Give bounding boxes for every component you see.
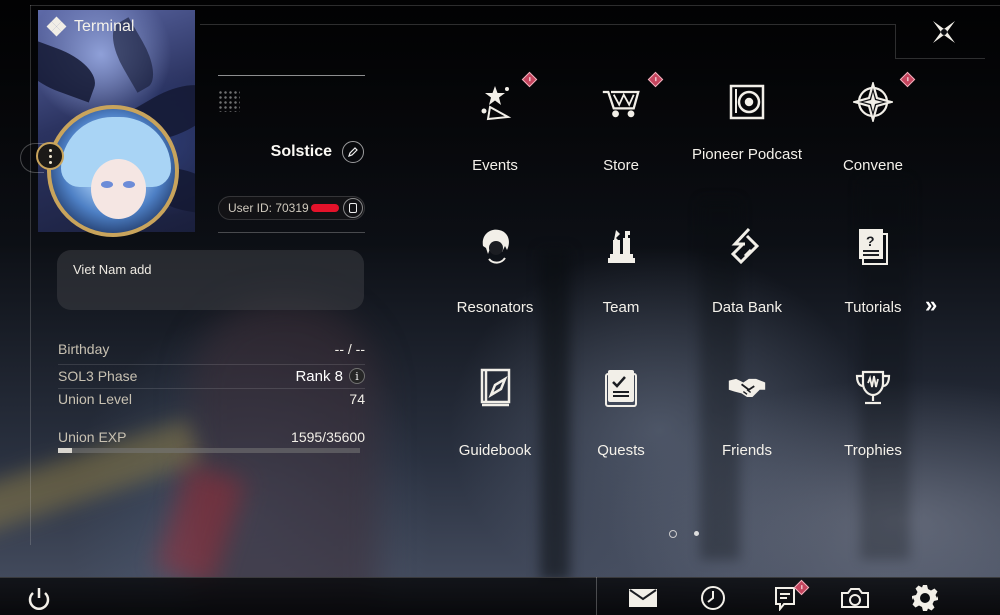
union-exp-row: Union EXP 1595/35600	[58, 427, 365, 447]
notification-badge	[521, 71, 538, 88]
page-indicator[interactable]	[694, 531, 699, 536]
union-level-row: Union Level 74	[58, 389, 365, 409]
copy-icon	[349, 203, 357, 213]
guidebook-icon	[475, 367, 515, 407]
birthday-value: -- / --	[334, 341, 365, 357]
terminal-logo-icon	[46, 16, 67, 37]
menu-item-friends[interactable]: Friends	[684, 355, 810, 495]
info-button[interactable]: i	[349, 368, 365, 384]
notice-icon	[775, 587, 795, 611]
settings-icon	[912, 585, 938, 611]
mail-button[interactable]	[628, 584, 658, 612]
page-indicator-active[interactable]	[669, 530, 677, 538]
divider	[58, 364, 365, 365]
notification-badge	[647, 71, 664, 88]
convene-icon	[853, 82, 893, 122]
username: Solstice	[270, 143, 332, 160]
resonator-icon	[475, 226, 515, 266]
signature-box[interactable]: Viet Nam add	[57, 250, 364, 310]
power-button[interactable]	[26, 586, 52, 612]
menu-item-store[interactable]: Store	[558, 70, 684, 210]
menu-item-guidebook[interactable]: Guidebook	[432, 355, 558, 495]
menu-item-label: Quests	[597, 442, 645, 459]
union-exp-fill	[58, 448, 72, 453]
handshake-icon	[727, 367, 767, 407]
copy-id-button[interactable]	[343, 198, 363, 218]
redaction-mark	[310, 204, 339, 212]
data-bank-icon	[727, 226, 767, 266]
union-exp-label: Union EXP	[58, 429, 127, 445]
next-page-button[interactable]: »	[925, 292, 937, 318]
menu-item-team[interactable]: Team	[558, 212, 684, 352]
divider	[596, 577, 597, 615]
union-level-label: Union Level	[58, 391, 132, 407]
menu-item-data-bank[interactable]: Data Bank	[684, 212, 810, 352]
menu-item-trophies[interactable]: Trophies	[810, 355, 936, 495]
camera-button[interactable]	[840, 584, 870, 612]
clock-icon	[701, 586, 725, 610]
menu-item-label: Store	[603, 157, 639, 174]
menu-item-label: Guidebook	[458, 442, 532, 459]
team-icon	[601, 226, 641, 266]
menu-item-label: Team	[602, 299, 640, 316]
notification-badge	[899, 71, 916, 88]
page-title: Terminal	[74, 18, 135, 35]
edit-name-button[interactable]	[342, 141, 364, 163]
power-icon	[28, 588, 50, 610]
cart-icon	[601, 82, 641, 122]
phase-row: SOL3 Phase Rank 8 i	[58, 366, 365, 386]
menu-item-label: Tutorials	[844, 299, 902, 316]
quests-icon	[601, 367, 641, 407]
menu-item-resonators[interactable]: Resonators	[432, 212, 558, 352]
phase-label: SOL3 Phase	[58, 368, 138, 384]
menu-item-label: Resonators	[456, 299, 534, 316]
tutorial-icon: ?	[853, 226, 893, 266]
phase-value: Rank 8	[295, 367, 343, 385]
pencil-icon	[348, 147, 358, 157]
divider	[218, 232, 365, 233]
mail-icon	[629, 589, 657, 607]
close-button[interactable]	[930, 18, 958, 46]
menu-item-tutorials[interactable]: ? Tutorials	[810, 212, 936, 352]
menu-item-convene[interactable]: Convene	[810, 70, 936, 210]
menu-item-label: Friends	[721, 442, 773, 459]
menu-item-label: Convene	[842, 157, 904, 174]
menu-item-label: Data Bank	[711, 299, 783, 316]
function-grid: Events Store Pioneer Podcast Convene Res…	[432, 70, 936, 480]
close-icon	[933, 21, 955, 43]
clock-button[interactable]	[698, 584, 728, 612]
settings-button[interactable]	[910, 584, 940, 612]
user-id-label: User ID: 70319	[228, 201, 309, 215]
menu-item-label: Events	[472, 157, 518, 174]
menu-item-events[interactable]: Events	[432, 70, 558, 210]
menu-item-pioneer-podcast[interactable]: Pioneer Podcast	[684, 70, 810, 210]
events-icon	[475, 82, 515, 122]
birthday-label: Birthday	[58, 341, 110, 357]
podcast-icon	[727, 82, 767, 122]
union-exp-value: 1595/35600	[291, 429, 365, 445]
decorative-dots	[218, 90, 240, 112]
menu-item-label: Trophies	[844, 442, 902, 459]
birthday-row: Birthday -- / --	[58, 339, 365, 359]
svg-text:?: ?	[866, 233, 875, 249]
profile-options-button[interactable]	[36, 142, 64, 170]
trophy-icon	[853, 367, 893, 407]
divider	[218, 75, 365, 76]
menu-item-label: Pioneer Podcast	[691, 146, 803, 163]
union-level-value: 74	[349, 391, 365, 407]
camera-icon	[841, 588, 869, 608]
menu-item-quests[interactable]: Quests	[558, 355, 684, 495]
terminal-header: Terminal	[46, 16, 135, 37]
avatar[interactable]	[47, 105, 179, 237]
union-exp-bar	[58, 448, 360, 453]
